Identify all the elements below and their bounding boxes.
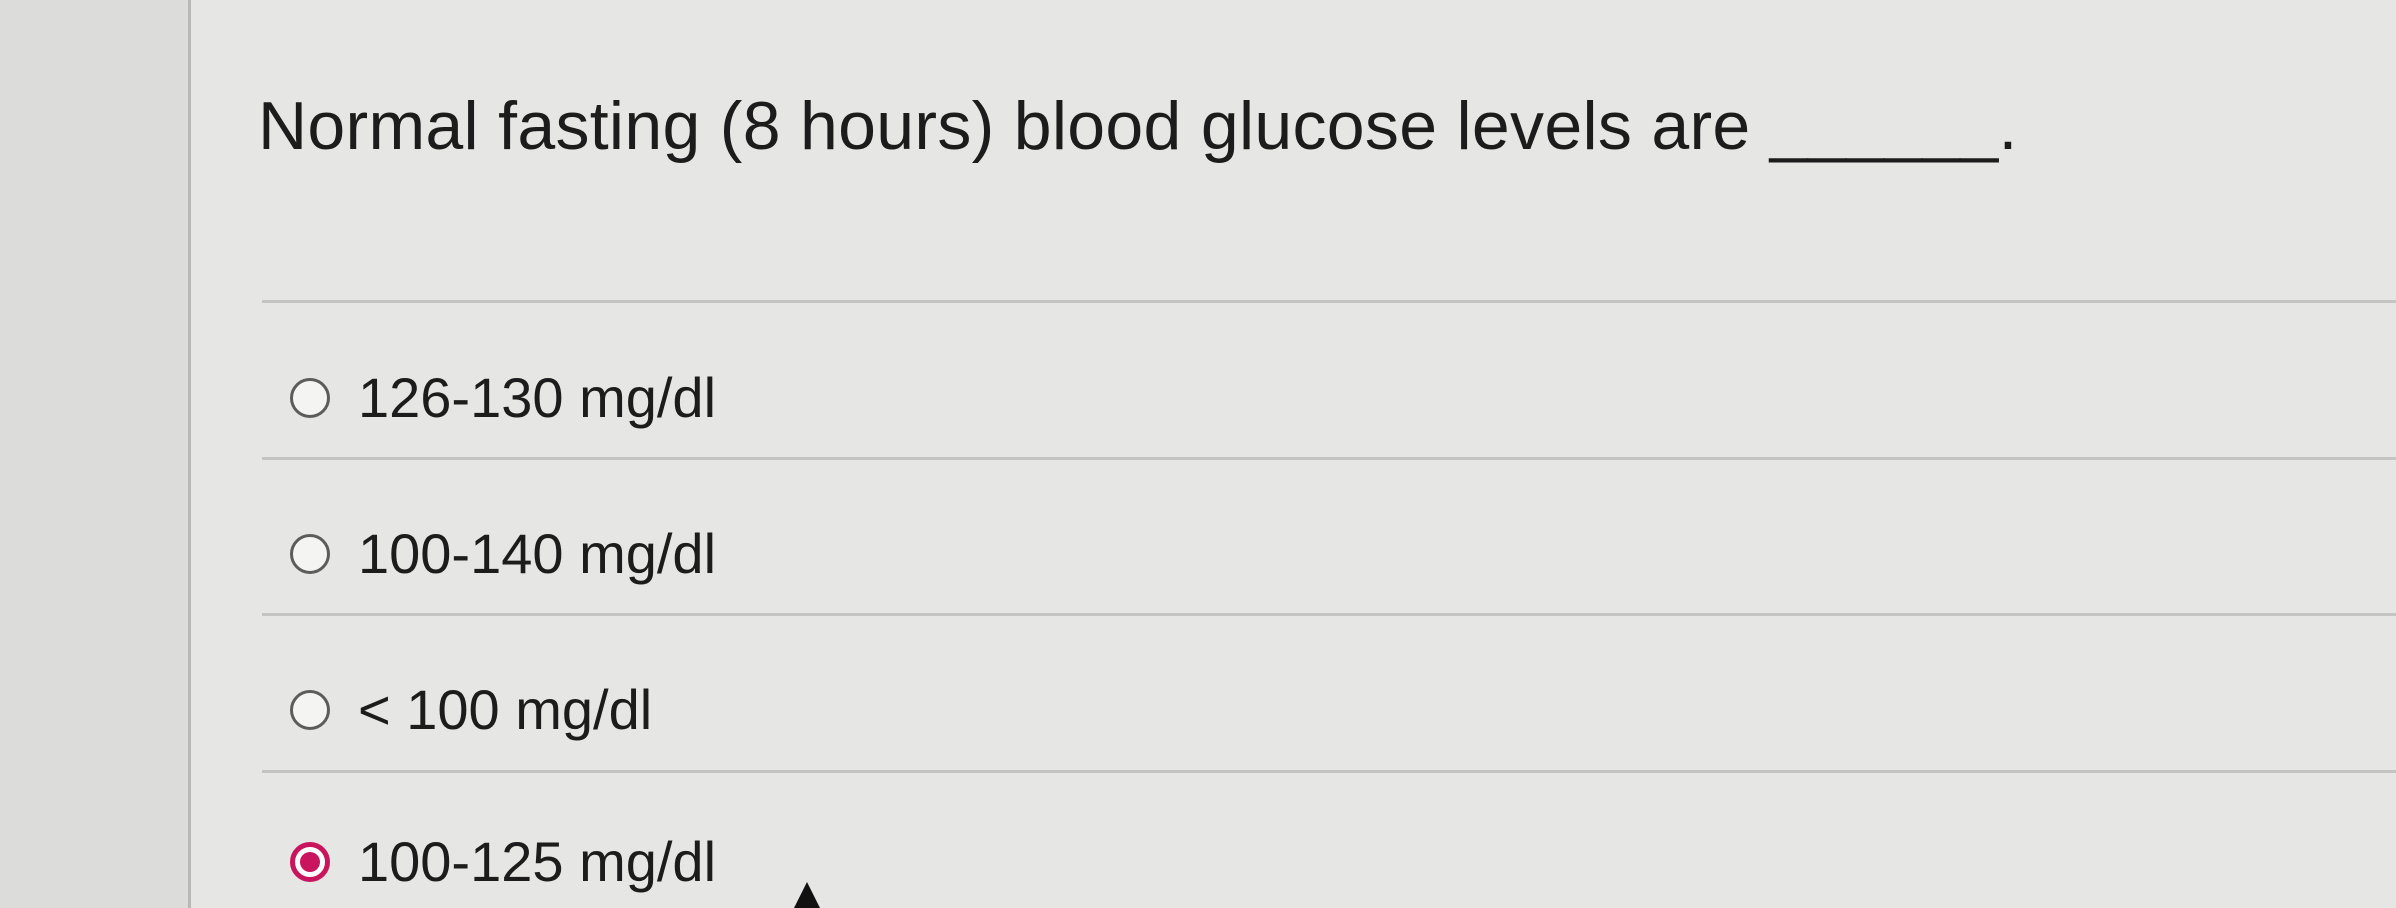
answer-option-4[interactable]: 100-125 mg/dl [290, 822, 716, 902]
answer-option-label: 126-130 mg/dl [358, 366, 717, 429]
answer-option-1[interactable]: 126-130 mg/dl [290, 358, 716, 438]
answer-option-label: < 100 mg/dl [358, 678, 653, 741]
answer-option-label: 100-140 mg/dl [358, 522, 717, 585]
option-divider [262, 770, 2396, 773]
answer-option-3[interactable]: < 100 mg/dl [290, 670, 652, 750]
option-divider [262, 457, 2396, 460]
left-margin [0, 0, 188, 908]
mouse-pointer-icon [794, 882, 820, 908]
question-text: Normal fasting (8 hours) blood glucose l… [258, 88, 2018, 164]
question-divider [262, 300, 2396, 303]
option-divider [262, 613, 2396, 616]
radio-filled-icon[interactable] [290, 842, 330, 882]
radio-empty-icon[interactable] [290, 378, 330, 418]
answer-option-2[interactable]: 100-140 mg/dl [290, 514, 716, 594]
radio-empty-icon[interactable] [290, 690, 330, 730]
answer-option-label: 100-125 mg/dl [358, 830, 717, 893]
radio-empty-icon[interactable] [290, 534, 330, 574]
